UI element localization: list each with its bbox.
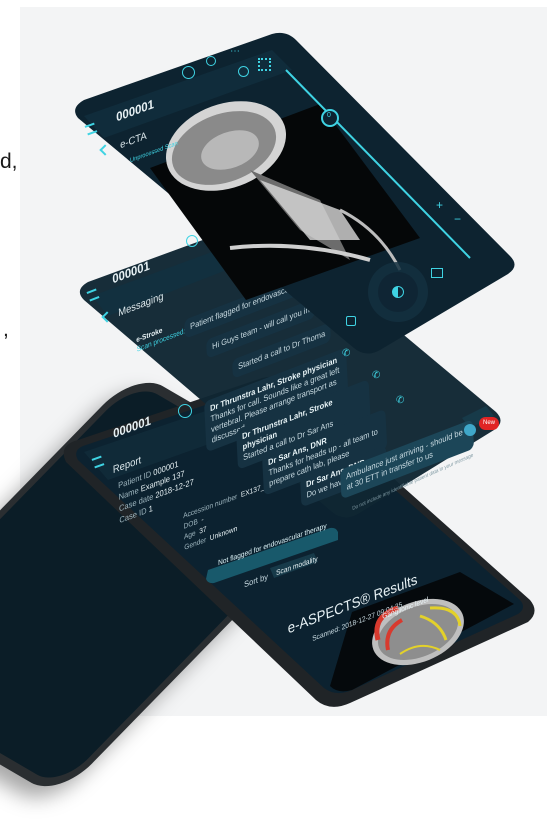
zoom-in-icon[interactable]: + (436, 198, 443, 212)
help-icon[interactable] (238, 66, 249, 77)
grid-view-icon[interactable] (258, 58, 271, 71)
contrast-icon[interactable] (392, 286, 404, 298)
windowing-icon[interactable] (346, 316, 356, 326)
slider-value-label: 0 (327, 112, 331, 119)
app-illustration: 000001 Report Patient ID 000001 Name Exa… (0, 0, 547, 799)
user-icon[interactable] (206, 56, 216, 66)
more-options-icon[interactable]: ⋯ (230, 46, 240, 57)
zoom-out-icon[interactable]: − (454, 212, 461, 226)
call-icon[interactable] (182, 66, 195, 79)
cta-screen-art (75, 32, 515, 354)
image-icon[interactable] (431, 268, 443, 278)
